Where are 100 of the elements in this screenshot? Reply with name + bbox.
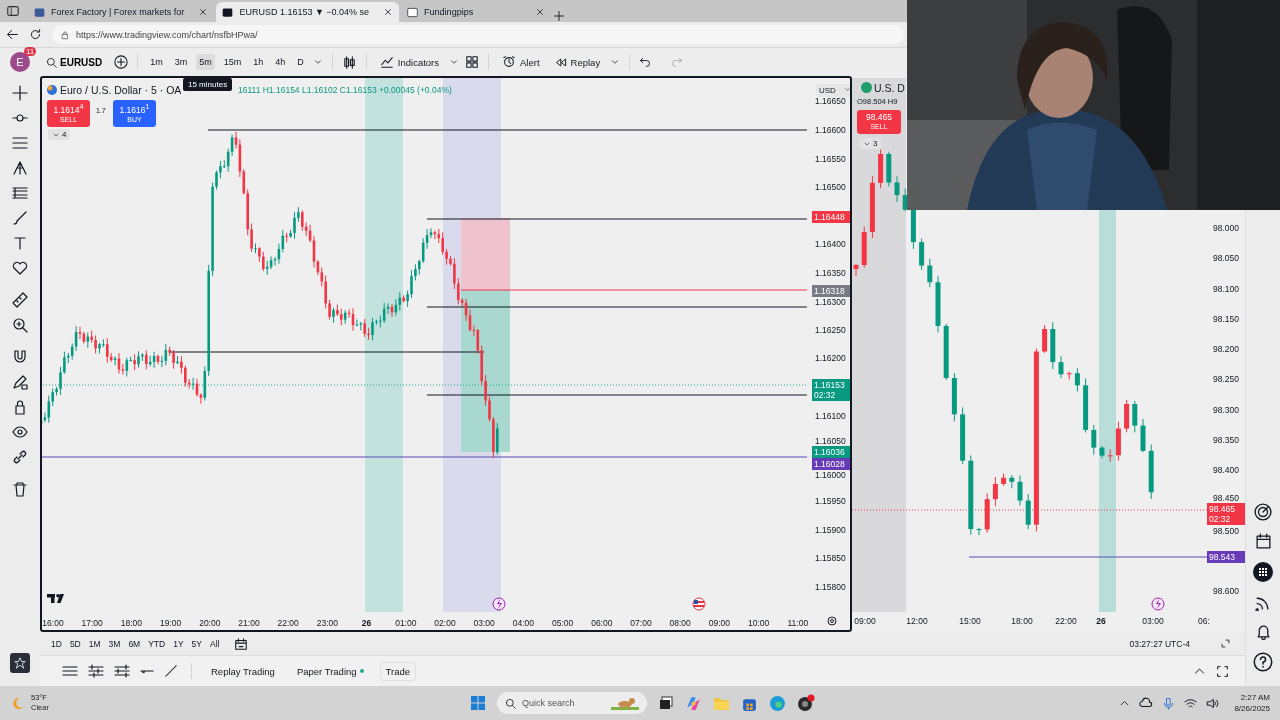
range-button[interactable]: 3M (105, 636, 124, 651)
range-button[interactable]: 5Y (188, 636, 205, 651)
price-tick-label: 1.16350 (815, 267, 846, 278)
price-tick-label: 98.500 (1213, 525, 1239, 536)
price-label: 1.16448 (812, 210, 850, 223)
symbol-title: U.S. D (874, 82, 905, 94)
alert-button[interactable]: Alert (498, 53, 544, 71)
price-tick-label: 1.15850 (815, 553, 846, 564)
browser-tab[interactable]: Fundingpips (401, 2, 552, 22)
time-tick-label: 18:00 (1011, 616, 1033, 626)
time-tick-label: 06:00 (591, 618, 613, 628)
panel-tab[interactable]: Replay Trading (205, 661, 281, 681)
interval-button[interactable]: 3m (171, 54, 191, 70)
range-button[interactable]: 1Y (170, 636, 187, 651)
price-tick-label: 98.400 (1213, 465, 1239, 475)
time-tick-label: 26 (1096, 616, 1106, 626)
price-tick-label: 98.250 (1213, 374, 1239, 385)
time-tick-label: 19:00 (159, 618, 182, 628)
range-button[interactable]: All (207, 636, 223, 651)
price-tick-label: 1.15800 (815, 581, 846, 592)
time-tick-label: 05:00 (551, 618, 574, 628)
price-tick-label: 98.450 (1213, 493, 1239, 504)
range-button[interactable]: 1D (48, 636, 65, 651)
browser-tab[interactable]: Forex Factory | Forex markets for (28, 2, 215, 22)
interval-button[interactable]: 5m (196, 54, 215, 70)
price-tick-label: 1.15950 (815, 496, 846, 507)
notification-badge: 11 (24, 47, 37, 56)
price-tick-label: 98.600 (1213, 586, 1239, 596)
time-tick-label: 26 (361, 618, 372, 628)
time-tick-label: 03:00 (1142, 616, 1164, 626)
price-label: 1.16028 (812, 458, 850, 471)
taskbar-date[interactable]: 8/26/2025 (1234, 703, 1270, 714)
time-tick-label: 22:00 (277, 618, 299, 628)
time-tick-label: 16:00 (42, 618, 64, 628)
time-tick-label: 18:00 (120, 618, 143, 628)
time-tick-label: 11:00 (787, 618, 809, 628)
price-tick-label: 98.100 (1213, 283, 1239, 294)
time-tick-label: 09:00 (708, 618, 731, 628)
time-tick-label: 20:00 (199, 618, 221, 628)
range-button[interactable]: 1M (85, 636, 104, 651)
price-tick-label: 1.16600 (815, 125, 846, 135)
ohlc-values: 16111 H1.16154 L1.16102 C1.16153 +0.00045 (+0.04%) (238, 85, 452, 95)
price-label: 98.543 (1207, 550, 1245, 563)
price-tick-label: 1.16100 (815, 410, 846, 421)
indicators-toggle[interactable]: 4 (48, 129, 71, 140)
time-tick-label: 23:00 (316, 618, 339, 628)
search-field[interactable]: Quick search (497, 692, 647, 714)
time-tick-label: 12:00 (906, 616, 928, 626)
indicators-toggle[interactable]: 3 (859, 138, 882, 149)
interval-button[interactable]: 1m (147, 54, 166, 70)
address-bar[interactable]: https://www.tradingview.com/chart/nsfbHPwa/ (52, 25, 904, 44)
interval-button[interactable]: D (294, 54, 307, 70)
time-tick-label: 10:00 (747, 618, 770, 628)
time-tick-label: 04:00 (512, 618, 535, 628)
time-tick-label: 09:00 (854, 616, 876, 626)
range-button[interactable]: 6M (125, 636, 144, 651)
price-tick-label: 98.300 (1213, 404, 1239, 415)
panel-tab[interactable]: Paper Trading (290, 661, 370, 681)
tooltip: 15 minutes (183, 78, 233, 91)
price-tick-label: 1.16500 (815, 182, 846, 193)
time-tick-label: 22:00 (1055, 616, 1077, 626)
time-tick-label: 03:00 (473, 618, 495, 628)
range-button[interactable]: YTD (145, 636, 169, 651)
time-tick-label: 06: (1198, 616, 1210, 626)
price-tick-label: 1.16400 (815, 239, 846, 250)
price-tick-label: 1.16200 (815, 353, 846, 364)
price-label: 98.465 02:32 (1207, 503, 1245, 526)
price-label: 1.16036 (812, 446, 850, 459)
time-tick-label: 08:00 (669, 618, 691, 628)
price-tick-label: 98.150 (1213, 313, 1239, 324)
price-tick-label: 1.15900 (815, 524, 846, 535)
browser-tab[interactable]: EURUSD 1.16153 ▼ −0.04% se (216, 2, 400, 22)
symbol-search[interactable]: EURUSD (42, 56, 109, 68)
price-tick-label: 1.16250 (815, 324, 846, 335)
clock: 03:27:27 UTC-4 (1129, 638, 1190, 649)
price-tick-label: 1.16550 (815, 153, 846, 164)
time-tick-label: 07:00 (630, 618, 652, 628)
range-button[interactable]: 5D (66, 636, 84, 651)
time-tick-label: 15:00 (959, 616, 981, 626)
price-tick-label: 98.350 (1213, 434, 1239, 445)
indicators-button[interactable]: Indicators (375, 53, 443, 71)
price-tick-label: 98.000 (1213, 223, 1239, 233)
interval-button[interactable]: 15m (220, 54, 245, 70)
interval-button[interactable]: 1h (250, 54, 267, 70)
price-label: 1.16153 02:32 (812, 379, 850, 402)
interval-button[interactable]: 4h (272, 54, 289, 70)
currency-dropdown[interactable]: USD (816, 84, 850, 97)
time-tick-label: 02:00 (434, 618, 456, 628)
price-label: 1.16318 (812, 285, 850, 297)
trade-button[interactable]: Trade (379, 661, 417, 681)
price-tick-label: 98.200 (1213, 344, 1239, 354)
price-tick-label: 1.16650 (815, 96, 846, 107)
price-tick-label: 1.16000 (815, 470, 846, 481)
price-tick-label: 1.16050 (815, 436, 846, 447)
replay-button[interactable]: Replay (549, 53, 605, 71)
time-tick-label: 17:00 (81, 618, 103, 628)
symbol-title: Euro / U.S. Dollar · 5 · OA (60, 84, 182, 96)
time-tick-label: 01:00 (395, 618, 417, 628)
taskbar-time[interactable]: 2:27 AM (1240, 692, 1270, 703)
price-tick-label: 1.16300 (815, 297, 846, 307)
